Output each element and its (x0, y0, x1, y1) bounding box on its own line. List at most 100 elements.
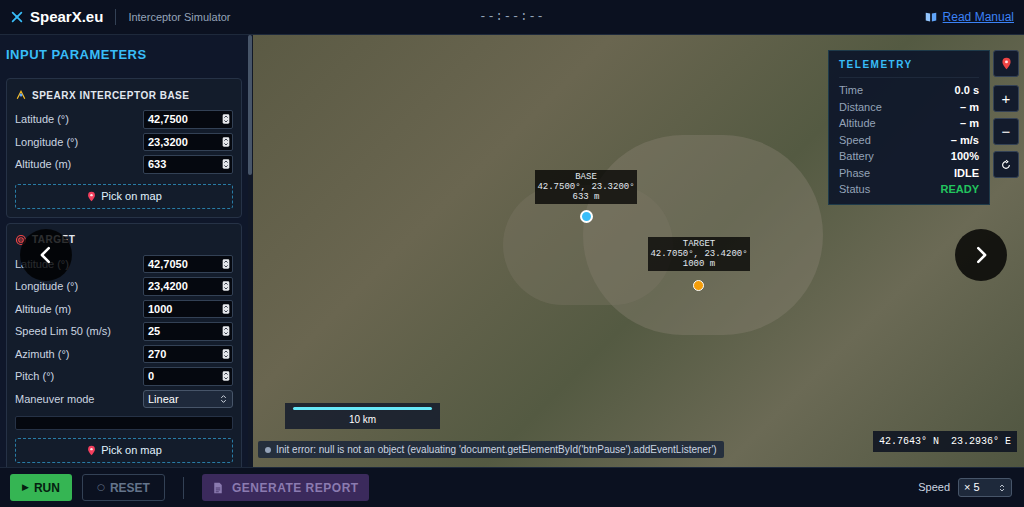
field-label: Maneuver mode (15, 391, 95, 408)
telemetry-value: 100% (951, 148, 979, 165)
reset-icon[interactable]: ○ (97, 481, 105, 495)
pick-on-map-button[interactable]: Pick on map (15, 438, 233, 463)
satellite-icon (15, 89, 27, 101)
marker-dot[interactable] (580, 210, 593, 223)
zoom-out-label[interactable]: − (1002, 124, 1011, 139)
marker-dot[interactable] (693, 280, 704, 291)
telemetry-row: Distance– m (839, 99, 979, 116)
input-value[interactable]: 1000 (148, 301, 222, 318)
speed-select[interactable]: × 5 (958, 478, 1012, 497)
number-input[interactable]: 25 (143, 322, 233, 341)
reset-button[interactable]: ○ RESET (82, 474, 165, 501)
parameter-card: SPEARX INTERCEPTOR BASE Latitude (°) 42,75… (6, 78, 242, 218)
number-input[interactable]: 42,7500 (143, 110, 233, 129)
field-label: Altitude (m) (15, 301, 71, 318)
toolbar-divider (183, 477, 184, 499)
pin-icon (86, 445, 97, 456)
chevron-right-icon (970, 244, 992, 266)
input-value[interactable]: 42,7050 (148, 256, 222, 273)
number-input[interactable]: 633 (143, 155, 233, 174)
pick-label[interactable]: Pick on map (101, 442, 162, 459)
number-input[interactable]: 23,3200 (143, 133, 233, 152)
next-button[interactable] (955, 229, 1007, 281)
updown-icon (998, 483, 1006, 493)
header: SpearX.euInterceptor Simulator--:--:--Re… (0, 0, 1024, 35)
field-row: Azimuth (°) 270 (15, 343, 233, 366)
marker-label: BASE42.7500°, 23.3200°633 m (535, 170, 637, 204)
telemetry-label: Time (839, 82, 863, 99)
telemetry-value: – m (960, 115, 979, 132)
read-manual[interactable]: Read Manual (943, 8, 1014, 26)
spinner-icon (222, 348, 230, 360)
marker-altitude: 1000 m (683, 259, 715, 269)
input-value[interactable]: 42,7500 (148, 111, 222, 128)
zoom-in-label[interactable]: + (1002, 91, 1011, 106)
reset-view-icon (1000, 159, 1012, 171)
pick-on-map-button[interactable]: Pick on map (15, 184, 233, 209)
sidebar-title: INPUT PARAMETERS (6, 47, 242, 63)
telemetry-label: Distance (839, 99, 882, 116)
error-message: Init error: null is not an object (evalu… (276, 443, 717, 456)
error-dot (265, 447, 271, 453)
speed-control: Speed × 5 (918, 478, 1014, 497)
field-label: Latitude (°) (15, 111, 69, 128)
telemetry-panel: TELEMETRYTime0.0 sDistance– mAltitude– m… (828, 50, 990, 205)
speed-value[interactable]: × 5 (964, 479, 994, 496)
scale-bar: 10 km (285, 403, 440, 429)
run-icon[interactable]: ▶ (22, 481, 29, 495)
field-row: Altitude (m)633 (15, 153, 233, 176)
telemetry-row: PhaseIDLE (839, 165, 979, 182)
number-input[interactable]: 42,7050 (143, 255, 233, 274)
marker-title: TARGET (683, 239, 715, 249)
chevron-left-icon (35, 244, 57, 266)
marker-altitude: 633 m (572, 192, 599, 202)
previous-button[interactable] (20, 229, 72, 281)
zoom-out-button[interactable]: − (993, 118, 1019, 145)
telemetry-value: READY (940, 181, 979, 198)
logo-icon (10, 10, 24, 24)
input-value[interactable]: 633 (148, 156, 222, 173)
pick-label[interactable]: Pick on map (101, 188, 162, 205)
spinner-icon (222, 370, 230, 382)
locate-button[interactable] (993, 50, 1019, 77)
spinner-icon (222, 303, 230, 315)
zoom-in-button[interactable]: + (993, 85, 1019, 112)
toolbar: ▶ RUN ○ RESET GENERATE REPORT Speed × 5 (0, 467, 1024, 507)
speed-label: Speed (918, 479, 950, 496)
marker-title: BASE (575, 172, 597, 182)
run-button[interactable]: ▶ RUN (10, 474, 72, 501)
generate-report-button[interactable]: GENERATE REPORT (202, 474, 369, 501)
telemetry-label: Speed (839, 132, 871, 149)
report-label[interactable]: GENERATE REPORT (232, 479, 359, 497)
field-label: Azimuth (°) (15, 346, 70, 363)
main: INPUT PARAMETERS SPEARX INTERCEPTOR BASE L… (0, 35, 1024, 467)
run-label[interactable]: RUN (34, 479, 60, 497)
scale-line (293, 407, 432, 410)
pin-icon (86, 191, 97, 202)
number-input[interactable]: 23,4200 (143, 277, 233, 296)
number-input[interactable]: 270 (143, 345, 233, 364)
field-row: Speed Lim 50 (m/s) 25 (15, 320, 233, 343)
telemetry-label: Status (839, 181, 870, 198)
field-label: Speed Lim 50 (m/s) (15, 323, 111, 340)
telemetry-row: Status READY (839, 181, 979, 198)
brand: SpearX.euInterceptor Simulator (10, 6, 479, 29)
card-title: SPEARX INTERCEPTOR BASE (32, 88, 189, 103)
manual-link[interactable]: Read Manual (545, 8, 1014, 26)
maneuver-select[interactable]: Linear (143, 390, 233, 409)
marker-coords: 42.7500°, 23.3200° (537, 182, 634, 192)
spinner-icon (222, 158, 230, 170)
input-value[interactable]: 270 (148, 346, 222, 363)
select-value[interactable]: Linear (148, 391, 219, 408)
input-value[interactable]: 0 (148, 368, 222, 385)
scrollbar-thumb[interactable] (248, 35, 252, 175)
field-row: Pitch (°)0 (15, 365, 233, 388)
number-input[interactable]: 1000 (143, 300, 233, 319)
map[interactable]: BASE42.7500°, 23.3200°633 mTARGET42.7050… (253, 35, 1024, 467)
input-value[interactable]: 23,3200 (148, 134, 222, 151)
reset-label[interactable]: RESET (110, 479, 150, 497)
input-value[interactable]: 25 (148, 323, 222, 340)
number-input[interactable]: 0 (143, 367, 233, 386)
input-value[interactable]: 23,4200 (148, 278, 222, 295)
reset-view-button[interactable] (993, 151, 1019, 178)
